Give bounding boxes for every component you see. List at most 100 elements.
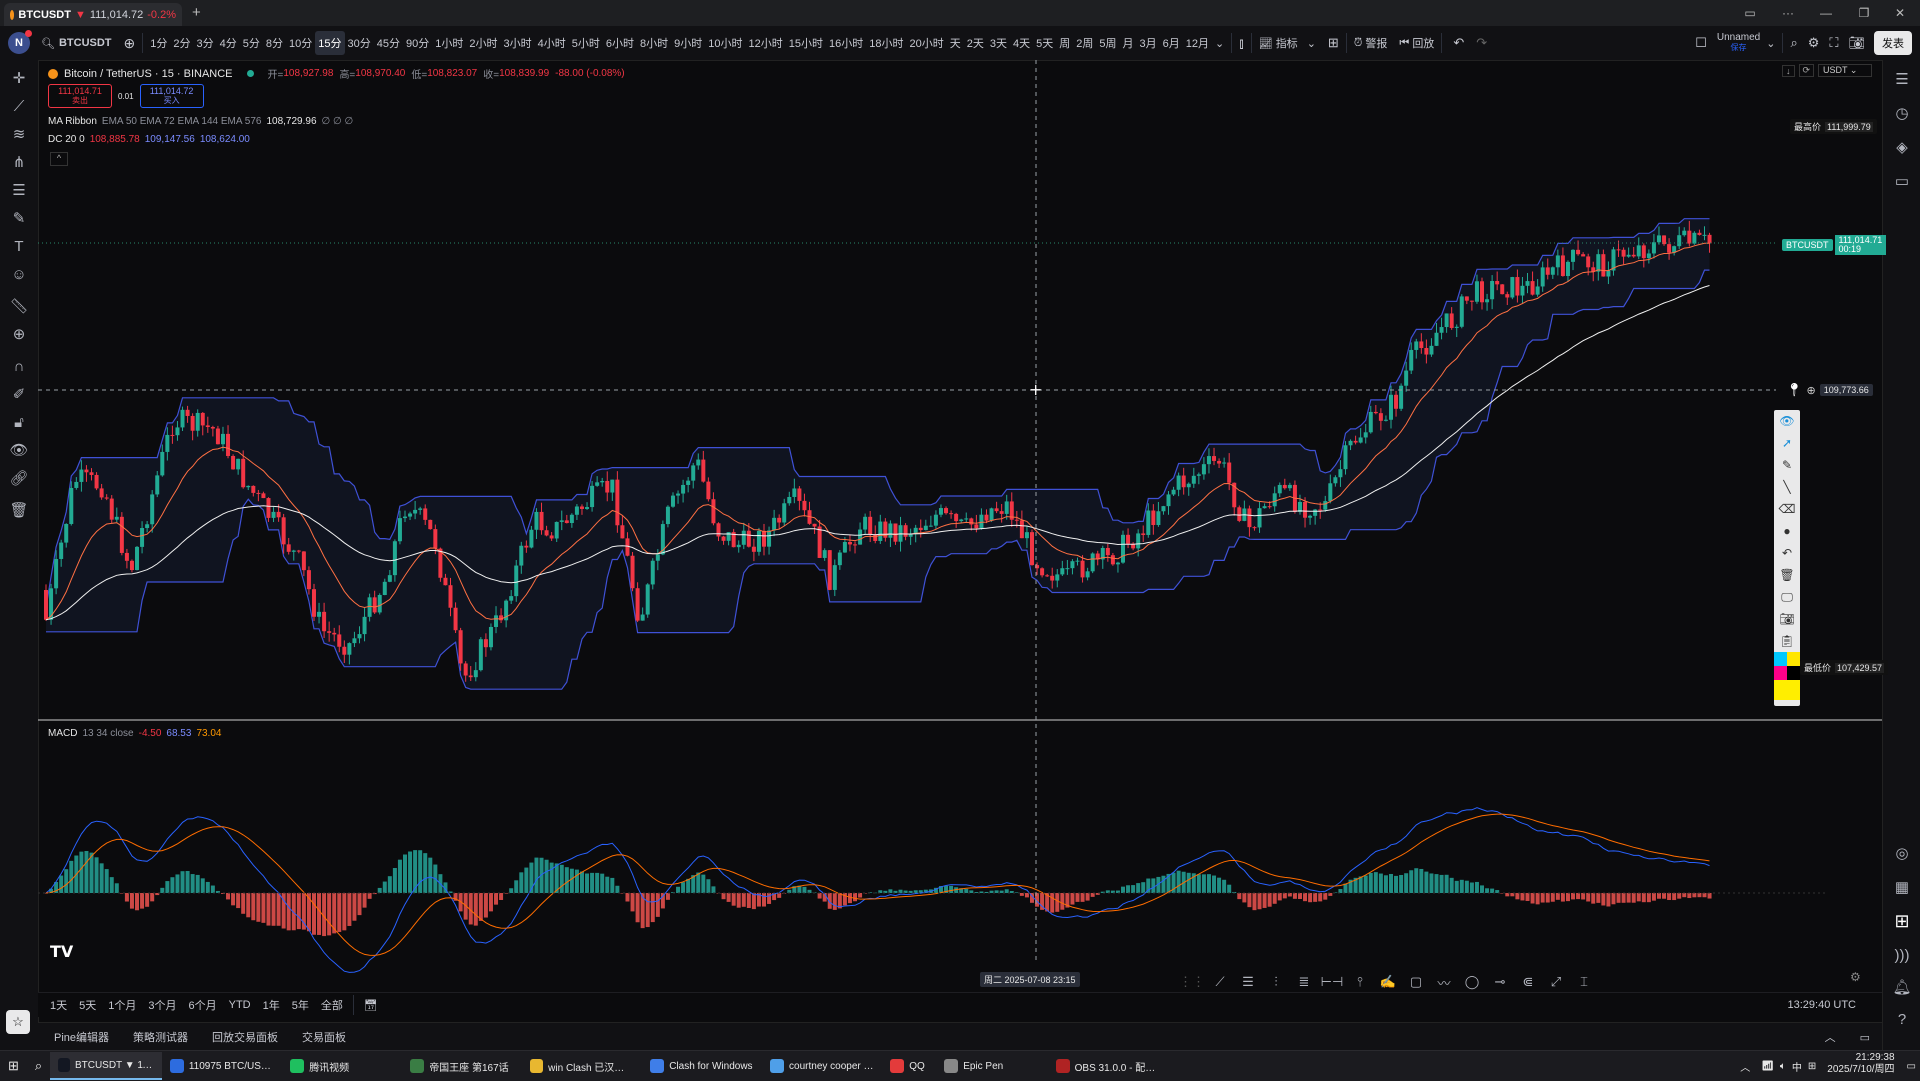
favorites-star-icon[interactable]: ☆ [6,1010,30,1034]
interval-33[interactable]: 月 [1120,31,1137,55]
taskbar-app-6[interactable]: courtney cooper -... [762,1052,882,1080]
compare-add-icon[interactable]: ⊕ [121,31,139,55]
legend-collapse-button[interactable]: ^ [50,152,68,166]
tradingview-logo-icon[interactable]: TV [50,942,73,961]
panel-tab-2[interactable]: 回放交易面板 [200,1029,290,1045]
magnet-icon[interactable]: ∩ [0,352,38,380]
taskbar-app-3[interactable]: 帝国王座 第167话 [402,1052,522,1080]
interval-20[interactable]: 12小时 [746,31,786,55]
layers-icon[interactable]: ◈ [1883,130,1920,164]
indicators-button[interactable]: 📈︎ 指标 ⌄ [1256,31,1319,55]
panel-tab-1[interactable]: 策略测试器 [121,1029,200,1045]
donchian-legend[interactable]: DC 20 0 108,885.78 109,147.56 108,624.00 [48,134,250,145]
interval-2[interactable]: 3分 [194,31,217,55]
taskbar-app-8[interactable]: Epic Pen [936,1052,1048,1080]
tray-grid-icon[interactable]: ⊞ [1805,1052,1819,1080]
color-swatches[interactable] [1774,652,1800,701]
fib-icon[interactable]: ≣ [1292,971,1316,993]
avatar[interactable]: N [8,30,32,54]
pitchfan-icon[interactable]: ⋐ [1516,971,1540,993]
interval-17[interactable]: 8小时 [637,31,671,55]
interval-22[interactable]: 16小时 [826,31,866,55]
interval-11[interactable]: 1小时 [432,31,466,55]
eye-icon[interactable]: 👁︎ [1774,410,1800,432]
stay-in-drawing-mode-icon[interactable]: ✐ [0,380,38,408]
emoji-icon[interactable]: ☺ [0,260,38,288]
crosshair-icon[interactable]: ✛ [0,64,38,92]
horizontal-lines-icon[interactable]: ☰ [1236,971,1260,993]
clipboard-icon[interactable]: 📋︎ [1774,630,1800,652]
ray-icon[interactable]: ⤢ [1544,971,1568,993]
circle-icon[interactable]: ◯ [1460,971,1484,993]
price-chart[interactable]: + [38,60,1882,990]
interval-9[interactable]: 45分 [374,31,403,55]
camera-icon[interactable]: 📷︎ [1774,608,1800,630]
calendar-icon[interactable]: ▦ [1883,870,1920,904]
alerts-clock-icon[interactable]: ◷ [1883,96,1920,130]
add-alert-plus-icon[interactable]: ⊕ [1807,384,1816,397]
pitchfork-icon[interactable]: ⋔ [0,148,38,176]
interval-26[interactable]: 2天 [964,31,987,55]
lock-icon[interactable]: 🔓︎ [0,408,38,436]
watchlist-icon[interactable]: ☰ [1883,62,1920,96]
taskbar-search-icon[interactable]: ⌕ [27,1052,50,1080]
taskbar-app-9[interactable]: OBS 31.0.0 - 配置... [1048,1052,1168,1080]
link-icon[interactable]: 🔗︎ [0,464,38,492]
line-icon[interactable]: ╲ [1774,476,1800,498]
interval-16[interactable]: 6小时 [603,31,637,55]
interval-31[interactable]: 2周 [1073,31,1096,55]
brush-icon[interactable]: ✍ [1376,971,1400,993]
panel-tab-3[interactable]: 交易面板 [290,1029,358,1045]
interval-dropdown-icon[interactable]: ⌄ [1212,31,1227,55]
interval-5[interactable]: 8分 [263,31,286,55]
zoom-in-icon[interactable]: ⊕ [0,320,38,348]
window-extra-icon[interactable]: ▭ [1730,0,1770,26]
rectangle-icon[interactable]: ▢ [1404,971,1428,993]
undo-icon[interactable]: ↶ [1774,542,1800,564]
publish-button[interactable]: 发表 [1874,31,1912,55]
screen-icon[interactable]: 🖵︎ [1774,586,1800,608]
interval-34[interactable]: 3月 [1137,31,1160,55]
range-2[interactable]: 1个月 [102,997,142,1013]
interval-32[interactable]: 5周 [1096,31,1119,55]
interval-10[interactable]: 90分 [403,31,432,55]
sync-icon[interactable]: ⟳ [1798,64,1815,77]
interval-7[interactable]: 15分 [315,31,345,55]
taskbar-app-5[interactable]: Clash for Windows [642,1052,762,1080]
sell-button[interactable]: 111,014.71 卖出 [48,84,112,108]
trend-line-icon[interactable]: ⟋ [0,92,38,120]
interval-28[interactable]: 4天 [1010,31,1033,55]
swatch-cyan[interactable] [1774,652,1800,667]
range-5[interactable]: YTD [223,999,257,1011]
text-cursor-icon[interactable]: ⌶ [1572,971,1596,993]
date-range-icon[interactable]: ⊢⊣ [1320,971,1344,993]
layout-checkbox-icon[interactable]: ☐ [1692,31,1710,55]
range-4[interactable]: 6个月 [183,997,223,1013]
brush-icon[interactable]: ✎ [0,204,38,232]
cursor-arrow-icon[interactable]: ➚ [1774,432,1800,454]
pen-icon[interactable]: ✎ [1774,454,1800,476]
path-icon[interactable]: 〰 [1432,971,1456,993]
notification-bell-icon[interactable]: 🔔︎ [1883,970,1920,1004]
interval-4[interactable]: 5分 [240,31,263,55]
range-1[interactable]: 5天 [73,997,102,1013]
text-icon[interactable]: T [0,232,38,260]
channel-icon[interactable]: ⫶ [1264,971,1288,993]
windows-start-icon[interactable]: ⊞ [0,1052,27,1080]
help-icon[interactable]: ? [1883,1002,1920,1036]
camera-icon[interactable]: 📷︎ [1845,31,1868,55]
interval-6[interactable]: 10分 [286,31,315,55]
ma-ribbon-legend[interactable]: MA Ribbon EMA 50 EMA 72 EMA 144 EMA 576 … [48,116,353,127]
taskbar-app-1[interactable]: 110975 BTC/USD... [162,1052,282,1080]
interval-13[interactable]: 3小时 [501,31,535,55]
layout-name-button[interactable]: Unnamed 保存 [1714,31,1763,55]
eye-icon[interactable]: 👁︎ [0,436,38,464]
target-icon[interactable]: ◎ [1883,836,1920,870]
maximize-icon[interactable]: ❐ [1844,0,1884,26]
long-position-icon[interactable]: ⫯ [1348,971,1372,993]
minimize-icon[interactable]: — [1806,0,1846,26]
symbol-search-button[interactable]: 🔍︎ BTCUSDT [38,31,115,55]
interval-21[interactable]: 15小时 [786,31,826,55]
interval-14[interactable]: 4小时 [535,31,569,55]
location-pin-icon[interactable]: 📍︎ [1786,382,1803,398]
